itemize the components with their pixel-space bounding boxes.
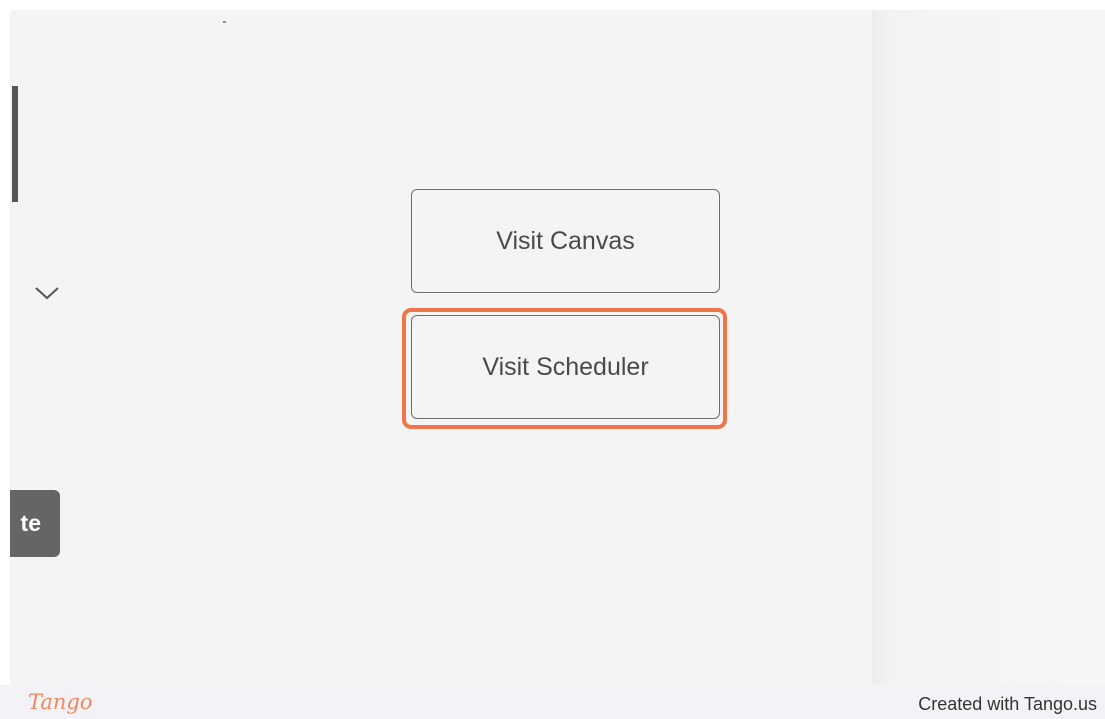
app-viewport: te Visit Canvas Visit Scheduler: [10, 10, 1105, 685]
visit-canvas-label: Visit Canvas: [496, 226, 635, 255]
decorative-dot: [223, 21, 226, 23]
visit-scheduler-button[interactable]: Visit Scheduler: [411, 315, 720, 419]
visit-scheduler-label: Visit Scheduler: [482, 352, 649, 381]
visit-canvas-button[interactable]: Visit Canvas: [411, 189, 720, 293]
tango-footer: Tango Created with Tango.us: [0, 685, 1105, 719]
chevron-down-icon[interactable]: [32, 282, 62, 304]
created-with-credit: Created with Tango.us: [918, 694, 1097, 714]
right-panel: [872, 10, 1105, 685]
partial-action-button[interactable]: te: [10, 490, 60, 557]
scrollbar-thumb[interactable]: [12, 86, 18, 202]
tango-logo: Tango: [28, 690, 93, 714]
partial-action-label: te: [20, 510, 41, 536]
